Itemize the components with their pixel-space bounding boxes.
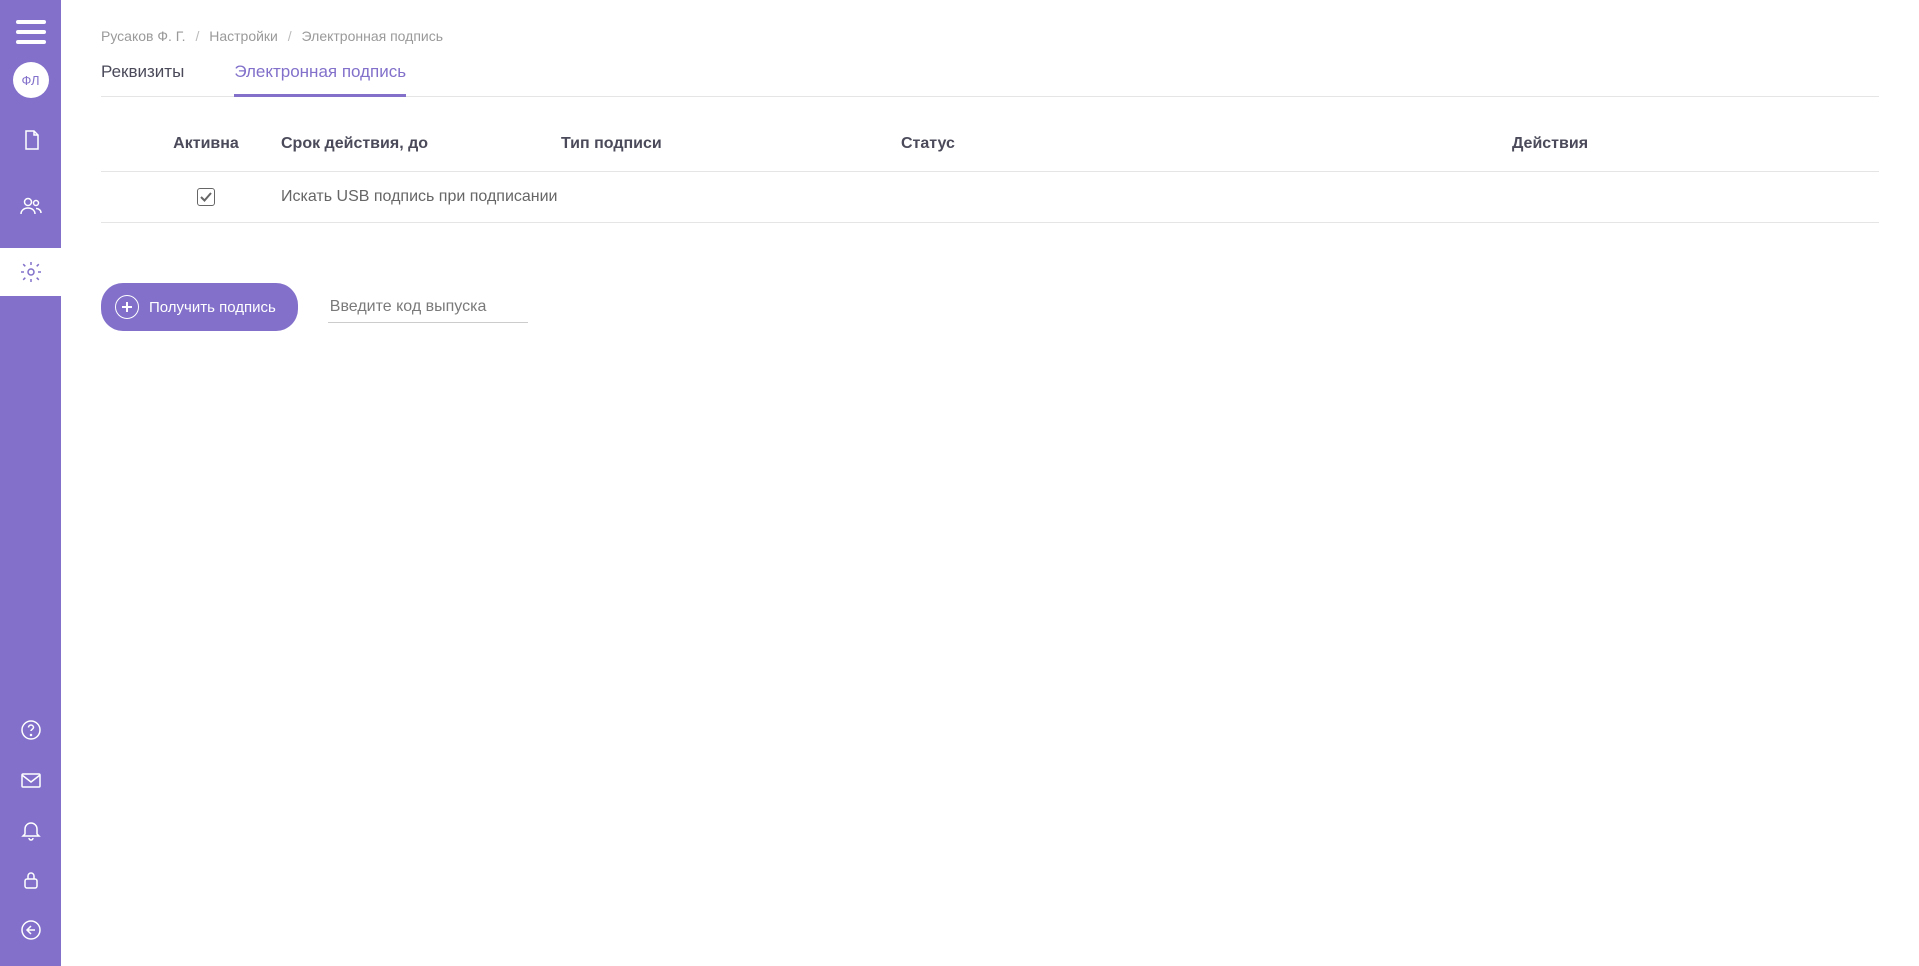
menu-toggle[interactable]: [16, 20, 46, 44]
usb-search-checkbox[interactable]: [197, 188, 215, 206]
help-icon: [19, 718, 43, 742]
sidebar-item-settings[interactable]: [0, 248, 61, 296]
usb-search-label: Искать USB подпись при подписании: [281, 188, 557, 206]
breadcrumb-item-current: Электронная подпись: [302, 28, 443, 44]
col-header-expiry: Срок действия, до: [281, 135, 561, 153]
tab-esignature[interactable]: Электронная подпись: [234, 62, 406, 96]
breadcrumb: Русаков Ф. Г. / Настройки / Электронная …: [101, 0, 1879, 62]
tab-requisites[interactable]: Реквизиты: [101, 62, 184, 96]
document-icon: [19, 128, 43, 152]
col-header-type: Тип подписи: [561, 135, 901, 153]
get-signature-button[interactable]: Получить подпись: [101, 283, 298, 331]
sidebar-item-logout[interactable]: [0, 914, 61, 946]
avatar[interactable]: ФЛ: [13, 62, 49, 98]
sidebar: ФЛ: [0, 0, 61, 966]
main-content: Русаков Ф. Г. / Настройки / Электронная …: [61, 0, 1919, 966]
col-header-active: Активна: [101, 135, 281, 153]
col-header-actions: Действия: [1221, 135, 1879, 153]
check-icon: [200, 192, 212, 202]
mail-icon: [19, 768, 43, 792]
sidebar-item-contacts[interactable]: [0, 182, 61, 230]
sidebar-item-messages[interactable]: [0, 764, 61, 796]
release-code-input[interactable]: [328, 292, 528, 323]
action-area: Получить подпись: [101, 283, 1879, 331]
plus-icon: [115, 295, 139, 319]
users-icon: [19, 194, 43, 218]
table-header: Активна Срок действия, до Тип подписи Ст…: [101, 117, 1879, 172]
signatures-table: Активна Срок действия, до Тип подписи Ст…: [101, 117, 1879, 223]
sidebar-item-notifications[interactable]: [0, 814, 61, 846]
tabs: Реквизиты Электронная подпись: [101, 62, 1879, 97]
lock-icon: [19, 868, 43, 892]
table-row: Искать USB подпись при подписании: [101, 172, 1879, 223]
sidebar-item-lock[interactable]: [0, 864, 61, 896]
logout-icon: [19, 918, 43, 942]
bell-icon: [19, 818, 43, 842]
gear-icon: [19, 260, 43, 284]
get-signature-label: Получить подпись: [149, 299, 276, 316]
breadcrumb-item-settings[interactable]: Настройки: [209, 28, 278, 44]
breadcrumb-item-user[interactable]: Русаков Ф. Г.: [101, 28, 186, 44]
sidebar-item-documents[interactable]: [0, 116, 61, 164]
col-header-status: Статус: [901, 135, 1221, 153]
sidebar-item-help[interactable]: [0, 714, 61, 746]
